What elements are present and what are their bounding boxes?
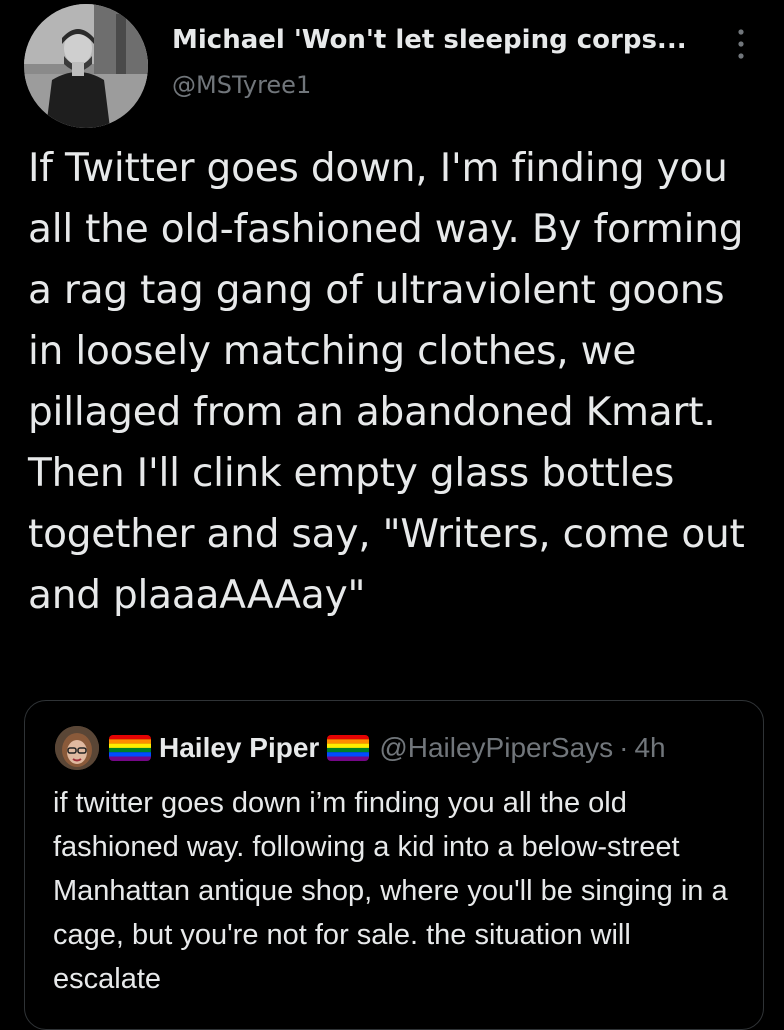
quoted-tweet-card[interactable]: Hailey Piper @HaileyPiperSays · 4h if tw…: [24, 700, 764, 1030]
rainbow-flag-icon: [109, 735, 151, 761]
author-handle[interactable]: @MSTyree1: [172, 68, 732, 102]
quoted-author-handle[interactable]: @HaileyPiperSays: [379, 732, 613, 764]
separator-dot: ·: [619, 732, 629, 763]
quoted-author-display-name[interactable]: Hailey Piper: [159, 732, 319, 764]
quoted-tweet-header: Hailey Piper @HaileyPiperSays · 4h: [55, 725, 666, 771]
quoted-tweet-text: if twitter goes down i’m finding you all…: [53, 787, 728, 995]
author-display-name[interactable]: Michael 'Won't let sleeping corps...: [172, 22, 732, 58]
rainbow-flag-icon: [327, 735, 370, 761]
profile-photo-icon: [24, 4, 148, 128]
quoted-tweet-timestamp[interactable]: 4h: [634, 732, 665, 764]
tweet: Michael 'Won't let sleeping corps... @MS…: [0, 0, 784, 1030]
more-options-icon[interactable]: [734, 26, 748, 62]
tweet-text: If Twitter goes down, I'm finding you al…: [28, 146, 745, 618]
profile-photo-icon: [55, 726, 99, 770]
author-info: Michael 'Won't let sleeping corps... @MS…: [172, 22, 732, 102]
quoted-author-avatar[interactable]: [55, 726, 99, 770]
author-avatar[interactable]: [24, 4, 148, 128]
